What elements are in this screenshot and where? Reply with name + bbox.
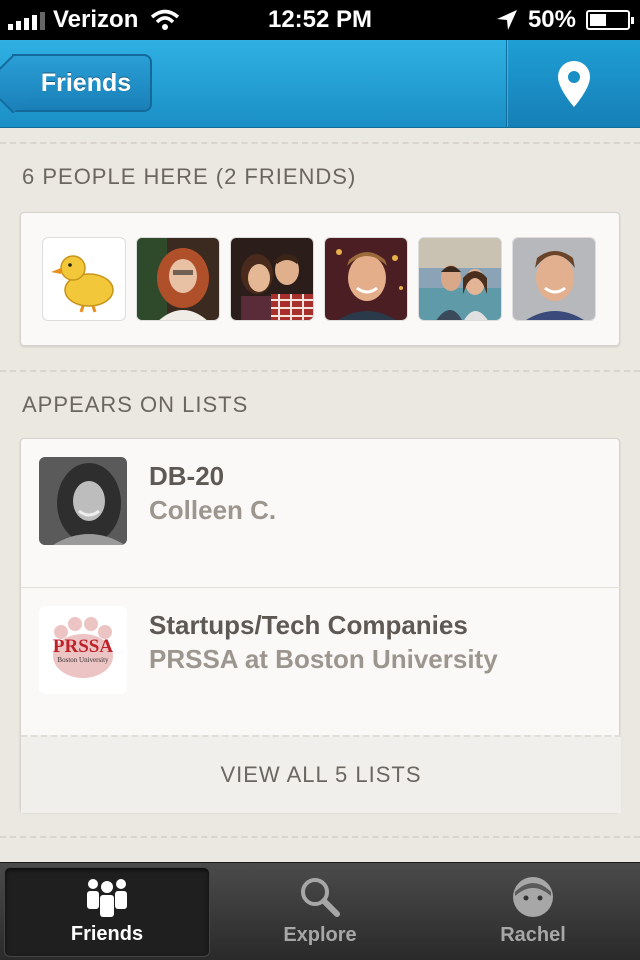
friends-icon [87, 879, 127, 917]
list-owner: PRSSA at Boston University [149, 644, 498, 674]
location-arrow-icon [496, 10, 517, 30]
tab-label: Explore [283, 924, 357, 946]
avatar-couple[interactable] [230, 237, 314, 321]
list-item[interactable]: PRSSA Boston University Startups/Tech Co… [21, 587, 621, 733]
avatar-duck[interactable] [42, 237, 126, 321]
back-button-label: Friends [40, 68, 132, 97]
duck-icon [51, 255, 114, 313]
view-all-lists-button[interactable]: VIEW ALL 5 LISTS [21, 735, 621, 813]
couple-photo [231, 238, 313, 320]
people-here-header: 6 PEOPLE HERE (2 FRIENDS) [22, 164, 357, 189]
tab-label: Friends [70, 923, 144, 945]
status-bar: Verizon 12:52 PM 50% [0, 0, 640, 40]
lists-card: DB-20 Colleen C. PRSSA Boston University… [20, 438, 621, 813]
person-photo [137, 238, 219, 320]
list-title: Startups/Tech Companies [149, 610, 468, 640]
list-owner-avatar [39, 457, 127, 545]
prssa-logo-subtext: Boston University [57, 656, 109, 664]
list-owner: Colleen C. [149, 495, 277, 525]
back-button[interactable]: Friends [12, 54, 152, 112]
prssa-logo: PRSSA Boston University [39, 606, 127, 694]
list-item[interactable]: DB-20 Colleen C. [21, 439, 621, 585]
divider [0, 370, 640, 372]
battery-percent: 50% [527, 6, 576, 33]
tab-bar: Friends Explore Rachel [0, 862, 640, 960]
person-photo [39, 457, 127, 545]
avatar-person[interactable] [136, 237, 220, 321]
person-photo [325, 238, 407, 320]
navigation-bar: Friends [0, 40, 640, 128]
profile-icon [513, 877, 553, 917]
search-icon [301, 878, 340, 917]
divider [0, 836, 640, 838]
list-title: DB-20 [149, 461, 225, 491]
avatar-couple[interactable] [418, 237, 502, 321]
tab-explore[interactable]: Explore [217, 867, 423, 957]
tab-profile[interactable]: Rachel [430, 867, 636, 957]
appears-on-lists-header: APPEARS ON LISTS [22, 392, 249, 417]
avatar-person[interactable] [324, 237, 408, 321]
prssa-logo-text: PRSSA [53, 636, 113, 657]
tab-friends[interactable]: Friends [4, 867, 210, 957]
divider [0, 142, 640, 144]
person-photo [513, 238, 595, 320]
people-here-card [20, 212, 620, 346]
couple-photo [419, 238, 501, 320]
avatar-row [42, 237, 596, 321]
avatar-person[interactable] [512, 237, 596, 321]
location-pin-icon [557, 60, 590, 107]
battery-icon [586, 10, 634, 30]
map-button[interactable] [506, 40, 640, 127]
tab-label: Rachel [500, 924, 566, 946]
